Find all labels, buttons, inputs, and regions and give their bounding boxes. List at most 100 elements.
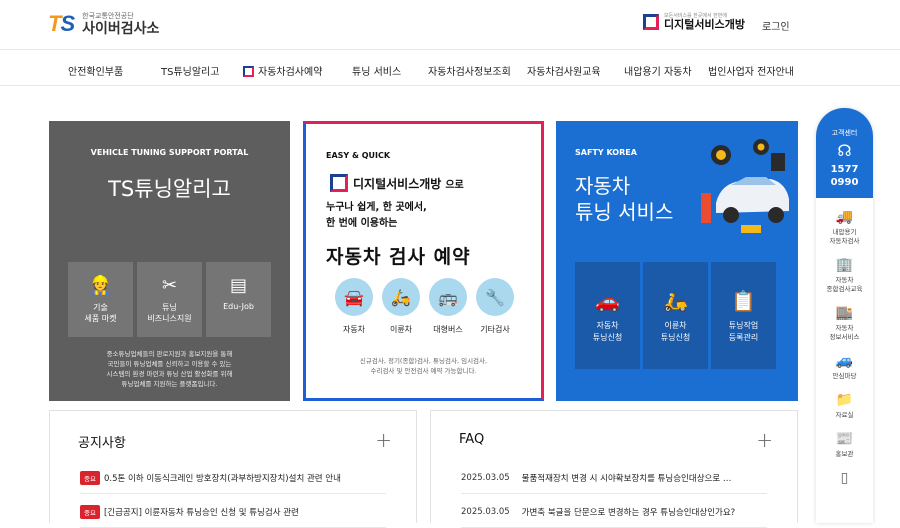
vehicle-label: 자동차 — [342, 325, 366, 334]
card1-title: TS튜닝알리고 — [108, 177, 231, 201]
headset-icon: ☊ — [837, 141, 852, 160]
notice-row[interactable]: 중요 0.5톤 이하 이동식크레인 방호장치(과부하방지장치)설치 관련 안내 — [80, 462, 386, 494]
tile-edu-job[interactable]: ▤ Edu-Job — [206, 262, 271, 337]
faq-row[interactable]: 2025.03.05 물품적재장치 변경 시 시야확보장치를 튜닝승인대상으로 … — [461, 462, 767, 494]
clipboard-icon: 📋 — [731, 289, 756, 313]
login-link[interactable]: 로그인 — [762, 18, 790, 33]
tile-motorcycle-tuning[interactable]: 🛵 이륜차 튜닝신청 — [643, 262, 708, 369]
notice-text: [긴급공지] 이륜자동차 튜닝승인 신청 및 튜닝검사 관련 — [103, 507, 299, 518]
important-badge: 중요 — [80, 504, 100, 519]
vehicle-type-bus[interactable]: 🚌 대형버스 — [429, 278, 467, 335]
logo-main: 사이버검사소 — [82, 20, 160, 37]
card3-subtitle: SAFTY KOREA — [575, 148, 637, 157]
quick-label: 자료실 — [835, 411, 854, 419]
nav-item-reservation-label: 자동차검사예약 — [258, 67, 323, 78]
faq-row[interactable]: 2025.03.05 가변축 북글을 단문으로 변경하는 경우 튜닝승인대상인가요… — [461, 496, 767, 528]
faq-date: 2025.03.05 — [461, 506, 510, 517]
car-icon: 🚘 — [335, 278, 373, 316]
card1-description: 중소튜닝업체들의 판로지원과 홍보지원을 통해 국민들이 튜닝업체를 신뢰하고 … — [106, 350, 233, 388]
quick-info-service[interactable]: 🏬 자동차 정보서비스 — [816, 304, 873, 342]
nav-item-inspector-education[interactable]: 자동차검사원교육 — [527, 63, 601, 78]
tile-car-tuning[interactable]: 🚗 자동차 튜닝신청 — [575, 262, 640, 369]
notice-more-button[interactable]: + — [375, 428, 392, 452]
quick-pr[interactable]: 📰 홍보관 — [816, 430, 873, 459]
quick-safety[interactable]: 🚙 안심마당 — [816, 352, 873, 381]
quick-education[interactable]: 🏢 자동차 종합검사교육 — [816, 256, 873, 294]
tile-label: 튜닝 비즈니스지원 — [147, 303, 192, 323]
quick-menu: 고객센터 ☊ 1577 0990 🚚 내압용기 자동차검사 🏢 자동차 종합검사교육… — [816, 108, 873, 523]
quick-more[interactable]: ▯ — [816, 469, 873, 487]
tile-tuning-registration[interactable]: 📋 튜닝작업 등록관리 — [711, 262, 776, 369]
card2-tagline: 누구나 쉽게, 한 곳에서, 한 번에 이용하는 — [326, 200, 427, 232]
card1-tiles: 👷 기술 세품 마켓 ✂ 튜닝 비즈니스지원 ▤ Edu-Job — [68, 262, 271, 337]
vehicle-label: 대형버스 — [433, 325, 463, 334]
square-icon: 🚙 — [835, 353, 854, 369]
important-badge: 중요 — [80, 470, 100, 485]
quick-label: 자동차 종합검사교육 — [826, 276, 863, 293]
motorcycle-icon: 🛵 — [382, 278, 420, 316]
tile-label: Edu-Job — [223, 302, 254, 311]
nav-item-tuning[interactable]: TS튜닝알리고 — [161, 63, 219, 78]
card2-line1: 누구나 쉽게, 한 곳에서, — [326, 202, 427, 213]
digital-service-badge[interactable]: 모든서비스를 한곳에서 한번에 디지털서비스개방 — [643, 14, 745, 30]
card3-title: 자동차 튜닝 서비스 — [575, 173, 673, 225]
tile-tech-market[interactable]: 👷 기술 세품 마켓 — [68, 262, 133, 337]
card1-subtitle: VEHICLE TUNING SUPPORT PORTAL — [90, 148, 249, 157]
tile-label: 기술 세품 마켓 — [84, 303, 117, 323]
tools-icon: ✂ — [161, 275, 178, 296]
vehicle-type-other[interactable]: 🔧 기타검사 — [476, 278, 514, 335]
document-icon: ▤ — [229, 275, 247, 296]
card2-ds-label: 디지털서비스개방 — [353, 176, 442, 191]
notice-row[interactable]: 중요 [긴급공지] 이륜자동차 튜닝승인 신청 및 튜닝검사 관련 — [80, 496, 386, 528]
phone-number-1: 1577 — [830, 164, 859, 175]
quick-label: 자동차 정보서비스 — [829, 324, 860, 341]
doc-icon: ▯ — [840, 470, 849, 486]
card3-title-line2: 튜닝 서비스 — [575, 200, 674, 224]
tile-label: 이륜차 튜닝신청 — [660, 321, 691, 342]
faq-text: 가변축 북글을 단문으로 변경하는 경우 튜닝승인대상인가요? — [521, 507, 736, 518]
phone-number-2: 0990 — [830, 177, 859, 188]
vehicle-type-motorcycle[interactable]: 🛵 이륜차 — [382, 278, 420, 335]
tile-label: 튜닝작업 등록관리 — [728, 321, 759, 342]
faq-title: FAQ — [459, 432, 485, 447]
mechanic-icon: 👷 — [89, 275, 112, 296]
nav-item-tuning-service[interactable]: 튜닝 서비스 — [352, 63, 401, 78]
digital-service-icon — [330, 174, 348, 192]
notice-text: 0.5톤 이하 이동식크레인 방호장치(과부하방지장치)설치 관련 안내 — [103, 473, 341, 484]
faq-date: 2025.03.05 — [461, 472, 510, 483]
building-icon: 🏢 — [835, 257, 854, 273]
scooter-icon: 🛵 — [663, 289, 688, 313]
faq-panel: FAQ + 2025.03.05 물품적재장치 변경 시 시야확보장치를 튜닝승인… — [430, 410, 798, 528]
tuning-illustration — [701, 139, 789, 233]
tuning-service-card[interactable]: SAFTY KOREA 자동차 튜닝 서비스 🚗 자동차 튜닝신청 🛵 이륜차 튜닝… — [556, 121, 798, 401]
ds-label: 디지털서비스개방 — [664, 18, 745, 31]
nav-item-pressure-vessel[interactable]: 내압용기 자동차 — [624, 63, 692, 78]
nav-item-inspection-info[interactable]: 자동차검사정보조회 — [428, 63, 511, 78]
nav-item-parts[interactable]: 안전확인부품 — [68, 63, 123, 78]
digital-service-icon — [643, 14, 659, 30]
card3-tiles: 🚗 자동차 튜닝신청 🛵 이륜차 튜닝신청 📋 튜닝작업 등록관리 — [575, 262, 776, 369]
notice-title: 공지사항 — [78, 436, 126, 451]
card3-title-line1: 자동차 — [575, 174, 631, 198]
card2-title: 자동차 검사 예약 — [326, 246, 471, 268]
ts-logo[interactable]: TS 한국교통안전공단 사이버검사소 — [48, 11, 159, 37]
ts-logo-mark: TS — [48, 11, 75, 36]
card2-subtitle: EASY & QUICK — [326, 151, 391, 160]
card2-description: 신규검사, 정기(종합)검사, 튜닝검사, 임시검사, 수리검사 및 안전검사 … — [359, 357, 488, 375]
nav-item-corporate[interactable]: 법인사업자 전자안내 — [708, 63, 794, 78]
logo-sub: 한국교통안전공단 — [82, 11, 134, 20]
customer-center[interactable]: 고객센터 ☊ 1577 0990 — [816, 108, 873, 198]
car-gear-icon: 🚗 — [595, 289, 620, 313]
header: TS 한국교통안전공단 사이버검사소 모든서비스를 한곳에서 한번에 디지털서비… — [0, 0, 900, 50]
tile-business-support[interactable]: ✂ 튜닝 비즈니스지원 — [137, 262, 202, 337]
tuning-portal-card[interactable]: VEHICLE TUNING SUPPORT PORTAL TS튜닝알리고 👷 … — [49, 121, 290, 401]
nav-item-inspection-reservation[interactable]: 자동차검사예약 — [243, 63, 322, 78]
inspection-reservation-card[interactable]: EASY & QUICK 디지털서비스개방 으로 누구나 쉽게, 한 곳에서, … — [303, 121, 544, 401]
quick-archive[interactable]: 📁 자료실 — [816, 391, 873, 420]
vehicle-type-car[interactable]: 🚘 자동차 — [335, 278, 373, 335]
quick-pressure-vessel[interactable]: 🚚 내압용기 자동차검사 — [816, 208, 873, 246]
quick-label: 안심마당 — [832, 372, 857, 380]
faq-more-button[interactable]: + — [756, 428, 773, 452]
vehicle-label: 기타검사 — [480, 325, 510, 334]
folder-icon: 📁 — [835, 392, 854, 408]
